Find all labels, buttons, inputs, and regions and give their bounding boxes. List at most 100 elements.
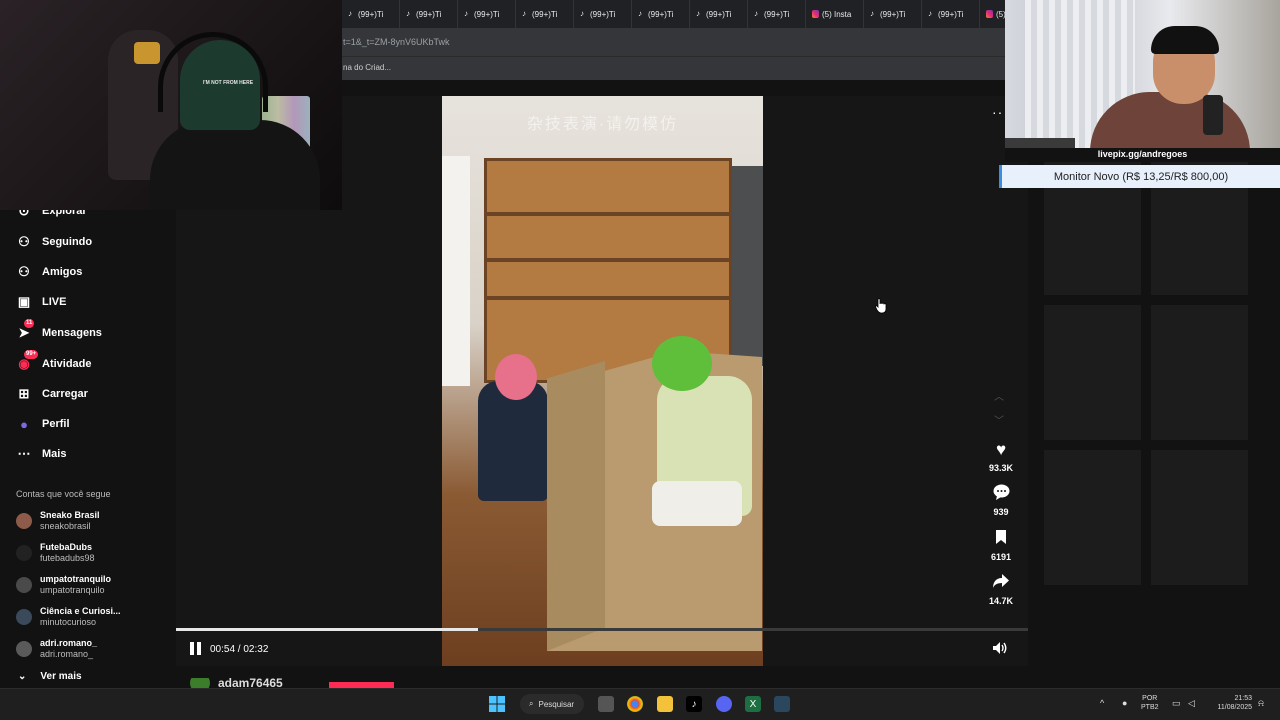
system-clock[interactable]: 21:53 11/08/2025 [1206, 694, 1252, 712]
grid-cell[interactable] [1044, 450, 1141, 585]
browser-tab[interactable]: ♪ (99+)Ti [574, 0, 632, 28]
following-account[interactable]: Ciência e Curiosi... minutocurioso [16, 606, 121, 628]
file-explorer-icon[interactable] [657, 696, 673, 712]
video-frame[interactable]: 杂技表演·请勿模仿 [442, 96, 763, 666]
streamer-cap [1151, 26, 1219, 54]
tiktok-icon: ♪ [406, 9, 410, 18]
sidebar-item-label: Amigos [42, 266, 83, 278]
sidebar-item-live[interactable]: ▣ LIVE [16, 292, 67, 312]
browser-tab-strip: ♪ (99+)Ti ♪ (99+)Ti ♪ (99+)Ti ♪ (99+)Ti ♪ (99+)Ti… [342, 0, 1005, 28]
chevron-down-icon: ⌄ [18, 671, 27, 682]
language-indicator[interactable]: POR PTB2 [1141, 694, 1159, 712]
comment-icon [985, 484, 1017, 504]
network-icon[interactable]: ▭ [1172, 698, 1181, 709]
author-name[interactable]: adam76465 [218, 678, 283, 688]
chrome-icon[interactable] [627, 696, 643, 712]
comment-button[interactable]: 939 [985, 484, 1017, 517]
time-display: 00:54 / 02:32 [210, 644, 269, 655]
tiktok-icon: ♪ [696, 9, 700, 18]
discord-icon[interactable] [716, 696, 732, 712]
microphone [1203, 95, 1223, 135]
excel-icon[interactable]: X [745, 696, 761, 712]
speaker-icon[interactable]: ◁ [1188, 698, 1195, 709]
author-row[interactable]: adam76465 [190, 678, 283, 688]
sidebar-item-mais[interactable]: ⋯ Mais [16, 444, 67, 464]
sidebar-item-seguindo[interactable]: ⚇ Seguindo [16, 232, 92, 252]
video-watermark: 杂技表演·请勿模仿 [526, 116, 679, 133]
pause-button[interactable] [190, 642, 204, 656]
notification-badge: 99+ [24, 350, 39, 359]
comment-count: 939 [993, 507, 1009, 517]
browser-tab[interactable]: ♪ (99+)Ti [922, 0, 980, 28]
browser-tab[interactable]: ♪ (99+)Ti [342, 0, 400, 28]
headset [158, 32, 268, 112]
notification-bell-icon[interactable]: ⍾ [1258, 698, 1264, 709]
sidebar-item-mensagens[interactable]: ➤ 11 Mensagens [16, 319, 102, 343]
browser-tab[interactable]: ♪ (99+)Ti [632, 0, 690, 28]
grid-cell[interactable] [1151, 305, 1248, 440]
mic-icon[interactable]: ● [1122, 698, 1127, 708]
browser-tab[interactable]: ♪ (99+)Ti [400, 0, 458, 28]
like-button[interactable]: ♥ 93.3K [985, 440, 1017, 473]
account-name: umpatotranquilo [40, 574, 111, 584]
bookmark-item[interactable]: na do Criad... [343, 63, 391, 72]
friends-icon: ⚇ [18, 264, 30, 279]
see-more-button[interactable]: ⌄ Ver mais [18, 671, 82, 682]
tray-chevron-icon[interactable]: ^ [1100, 698, 1104, 708]
browser-tab[interactable]: ♪ (99+)Ti [690, 0, 748, 28]
tab-label: (99+)Ti [590, 9, 616, 19]
tiktok-icon[interactable]: ♪ [686, 696, 702, 712]
sidebar-item-amigos[interactable]: ⚇ Amigos [16, 262, 82, 282]
shelf-line [487, 212, 729, 216]
sidebar-item-label: Mais [42, 448, 67, 460]
following-account[interactable]: FutebaDubs futebadubs98 [16, 542, 95, 564]
account-text: Sneako Brasil sneakobrasil [40, 510, 100, 532]
save-button[interactable]: 6191 [985, 529, 1017, 562]
following-account[interactable]: umpatotranquilo umpatotranquilo [16, 574, 111, 596]
tab-label: (99+)Ti [474, 9, 500, 19]
following-account[interactable]: Sneako Brasil sneakobrasil [16, 510, 100, 532]
like-count: 93.3K [988, 463, 1014, 473]
grid-cell[interactable] [1151, 450, 1248, 585]
account-username: umpatotranquilo [40, 585, 105, 595]
shelf-line [487, 258, 729, 262]
browser-tab[interactable]: ♪ (99+)Ti [516, 0, 574, 28]
browser-tab[interactable]: ♪ (99+)Ti [748, 0, 806, 28]
tiktok-icon: ♪ [348, 9, 352, 18]
account-username: futebadubs98 [40, 553, 95, 563]
tab-label: (5) Inst [996, 9, 1005, 19]
sidebar-item-perfil[interactable]: ● Perfil [16, 414, 69, 434]
clock-date: 11/08/2025 [1217, 704, 1252, 711]
chevron-down-icon[interactable]: ﹀ [994, 412, 1004, 427]
browser-tab[interactable]: (5) Insta [806, 0, 864, 28]
avatar [16, 609, 32, 625]
bookmarks-bar: na do Criad... [342, 56, 1005, 80]
sidebar-item-atividade[interactable]: ◉ 99+ Atividade [16, 350, 92, 374]
share-button[interactable]: 14.7K [985, 573, 1017, 606]
account-name: Sneako Brasil [40, 510, 100, 520]
cardboard-panel [547, 361, 605, 651]
account-username: adri.romano_ [40, 649, 94, 659]
task-view-icon[interactable] [598, 696, 614, 712]
sidebar-item-carregar[interactable]: ⊞ Carregar [16, 384, 88, 404]
grid-cell[interactable] [1044, 305, 1141, 440]
activity-icon: ◉ 99+ [18, 350, 39, 371]
address-bar[interactable]: t=1&_t=ZM-8ynV6UKbTwk [342, 28, 1005, 56]
user-follow-icon: ⚇ [18, 234, 30, 249]
webcam-left: I'M NOT FROM HERE [0, 0, 342, 210]
search-label: Pesquisar [538, 699, 575, 709]
cap-text: I'M NOT FROM HERE [203, 80, 254, 86]
author-avatar[interactable] [190, 678, 210, 688]
steam-icon[interactable] [774, 696, 790, 712]
following-account[interactable]: adri.romano_ adri.romano_ [16, 638, 97, 660]
person-shorts [652, 481, 742, 526]
volume-icon[interactable] [992, 641, 1008, 658]
browser-tab[interactable]: ♪ (99+)Ti [458, 0, 516, 28]
windows-start-icon[interactable] [489, 696, 505, 712]
chevron-up-icon[interactable]: ︿ [994, 388, 1004, 403]
avatar [16, 641, 32, 657]
browser-tab[interactable]: (5) Inst [980, 0, 1005, 28]
taskbar-search[interactable]: ⌕ Pesquisar [520, 694, 584, 714]
save-count: 6191 [990, 552, 1012, 562]
browser-tab[interactable]: ♪ (99+)Ti [864, 0, 922, 28]
